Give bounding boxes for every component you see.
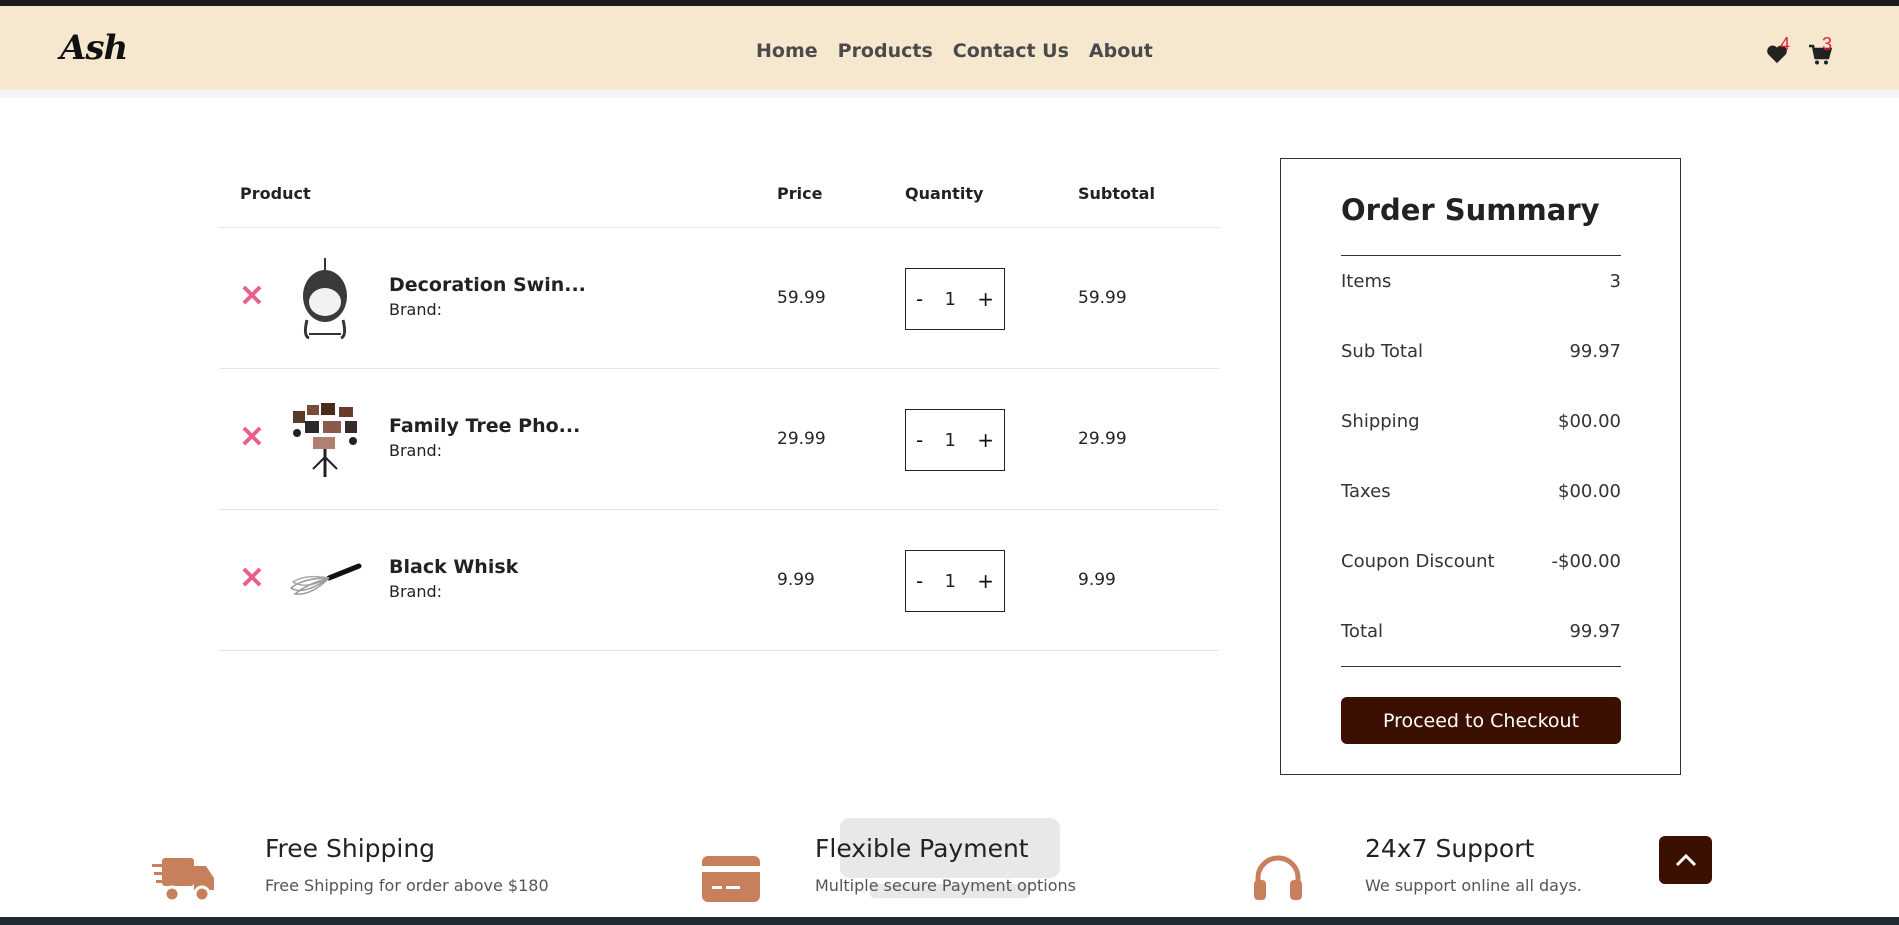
summary-row-subtotal: Sub Total 99.97 [1341, 341, 1621, 362]
order-summary: Order Summary Items 3 Sub Total 99.97 Sh… [1280, 158, 1681, 775]
header-subtotal: Subtotal [1078, 184, 1155, 203]
increase-quantity-button[interactable]: + [977, 428, 994, 452]
summary-label: Taxes [1341, 481, 1391, 502]
product-brand: Brand: [389, 300, 443, 319]
footer-strip [0, 917, 1899, 925]
truck-icon [152, 858, 214, 903]
cart-row: ✕ Family Tree Pho... Brand: 29.99 - 1 + … [219, 369, 1219, 510]
headphones-icon [1254, 855, 1302, 900]
product-name[interactable]: Family Tree Pho... [389, 415, 580, 437]
summary-row-total: Total 99.97 [1341, 621, 1621, 642]
feature-title: Flexible Payment [815, 834, 1029, 863]
cart-count-badge: 3 [1822, 34, 1833, 54]
summary-divider-bottom [1341, 666, 1621, 667]
chevron-up-icon [1675, 853, 1696, 867]
logo[interactable]: Ash [60, 28, 128, 68]
summary-divider-top [1341, 255, 1621, 256]
nav-about-link[interactable]: About [1089, 40, 1153, 62]
product-price: 59.99 [777, 288, 826, 308]
family-tree-image [293, 403, 357, 477]
summary-row-coupon: Coupon Discount -$00.00 [1341, 551, 1621, 572]
quantity-value: 1 [944, 570, 956, 592]
product-brand: Brand: [389, 582, 443, 601]
summary-label: Total [1341, 621, 1384, 642]
summary-value: $00.00 [1558, 481, 1621, 502]
summary-value: 99.97 [1569, 621, 1621, 642]
quantity-stepper: - 1 + [905, 550, 1005, 612]
summary-label: Sub Total [1341, 341, 1424, 362]
header-quantity: Quantity [905, 184, 984, 203]
product-brand: Brand: [389, 441, 443, 460]
wishlist-button[interactable]: 4 [1766, 34, 1790, 69]
product-name[interactable]: Black Whisk [389, 556, 518, 578]
cart-row: ✕ Decoration Swin... Brand: 59.99 - 1 + … [219, 228, 1219, 369]
summary-value: -$00.00 [1551, 551, 1621, 572]
decrease-quantity-button[interactable]: - [916, 428, 923, 452]
decrease-quantity-button[interactable]: - [916, 569, 923, 593]
cart-table-header: Product Price Quantity Subtotal [219, 160, 1219, 228]
card-icon [702, 856, 760, 902]
summary-value: 99.97 [1569, 341, 1621, 362]
remove-item-button[interactable]: ✕ [239, 282, 265, 312]
quantity-stepper: - 1 + [905, 268, 1005, 330]
product-name[interactable]: Decoration Swin... [389, 274, 586, 296]
feature-title: 24x7 Support [1365, 834, 1535, 863]
decrease-quantity-button[interactable]: - [916, 287, 923, 311]
navbar: Ash Home Products Contact Us About 4 3 [0, 6, 1899, 90]
product-price: 9.99 [777, 570, 815, 590]
cart-table: Product Price Quantity Subtotal ✕ Decora… [219, 160, 1219, 651]
product-price: 29.99 [777, 429, 826, 449]
nav-contact-link[interactable]: Contact Us [953, 40, 1069, 62]
quantity-value: 1 [944, 429, 956, 451]
increase-quantity-button[interactable]: + [977, 287, 994, 311]
swing-chair-image [303, 258, 347, 340]
increase-quantity-button[interactable]: + [977, 569, 994, 593]
feature-description: Free Shipping for order above $180 [265, 876, 549, 895]
summary-value: $00.00 [1558, 411, 1621, 432]
quantity-value: 1 [944, 288, 956, 310]
header-product: Product [240, 184, 311, 203]
feature-description: Multiple secure Payment options [815, 876, 1076, 895]
cart-button[interactable]: 3 [1808, 34, 1833, 71]
remove-item-button[interactable]: ✕ [239, 423, 265, 453]
order-summary-title: Order Summary [1341, 193, 1600, 227]
feature-description: We support online all days. [1365, 876, 1582, 895]
remove-item-button[interactable]: ✕ [239, 564, 265, 594]
header-price: Price [777, 184, 823, 203]
product-subtotal: 9.99 [1078, 570, 1116, 590]
summary-row-taxes: Taxes $00.00 [1341, 481, 1621, 502]
product-subtotal: 29.99 [1078, 429, 1127, 449]
proceed-to-checkout-button[interactable]: Proceed to Checkout [1341, 697, 1621, 744]
quantity-stepper: - 1 + [905, 409, 1005, 471]
whisk-image [289, 563, 362, 595]
main-nav: Home Products Contact Us About [756, 40, 1153, 62]
product-subtotal: 59.99 [1078, 288, 1127, 308]
summary-row-items: Items 3 [1341, 271, 1621, 292]
wishlist-count-badge: 4 [1780, 34, 1791, 54]
summary-value: 3 [1609, 271, 1621, 292]
cart-row: ✕ Black Whisk Brand: 9.99 - 1 + 9.99 [219, 510, 1219, 651]
feature-title: Free Shipping [265, 834, 436, 863]
features-bar: Free Shipping Free Shipping for order ab… [0, 820, 1899, 920]
summary-label: Coupon Discount [1341, 551, 1495, 572]
summary-label: Shipping [1341, 411, 1420, 432]
summary-label: Items [1341, 271, 1392, 292]
nav-home-link[interactable]: Home [756, 40, 818, 62]
nav-products-link[interactable]: Products [838, 40, 933, 62]
summary-row-shipping: Shipping $00.00 [1341, 411, 1621, 432]
navbar-shadow [0, 90, 1899, 98]
scroll-to-top-button[interactable] [1659, 836, 1712, 884]
